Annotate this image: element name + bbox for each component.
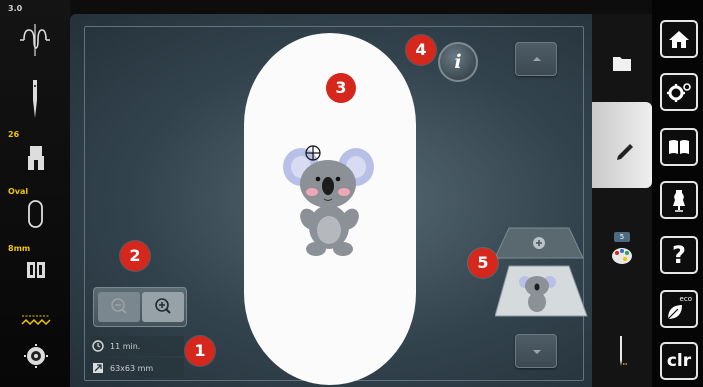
dress-form-icon bbox=[673, 190, 685, 212]
zoom-out-icon bbox=[111, 298, 127, 314]
bobbin-icon bbox=[24, 344, 48, 368]
scroll-down-button[interactable] bbox=[515, 334, 557, 368]
stitch-time-row: 11 min. bbox=[90, 336, 184, 356]
design-info: 11 min. 63x63 mm bbox=[90, 336, 184, 380]
zoom-in-button[interactable] bbox=[142, 292, 184, 322]
tab-color-edit[interactable]: 5 bbox=[592, 228, 652, 274]
zoom-in-icon bbox=[155, 298, 171, 314]
zoom-controls bbox=[93, 287, 187, 327]
callout-1: 1 bbox=[185, 336, 215, 366]
needle-icon bbox=[33, 80, 37, 118]
book-icon bbox=[669, 140, 689, 154]
tab-open-file[interactable] bbox=[592, 44, 652, 84]
callout-5: 5 bbox=[468, 248, 498, 278]
clock-icon bbox=[92, 340, 104, 352]
stitch-time: 11 min. bbox=[110, 341, 141, 351]
crosshair-icon bbox=[305, 145, 321, 161]
eco-label: eco bbox=[679, 295, 692, 303]
design-size-row: 63x63 mm bbox=[90, 358, 184, 378]
info-button[interactable]: i bbox=[438, 42, 478, 82]
hoop-label: Oval bbox=[8, 187, 29, 196]
presser-foot-button[interactable] bbox=[0, 140, 70, 176]
needle-position-icon bbox=[620, 336, 628, 366]
feed-dog-icon bbox=[27, 262, 45, 278]
embroidery-edit-panel: i 11 min. 63x63 mm 1 2 3 4 5 bbox=[70, 14, 592, 387]
tab-edit[interactable] bbox=[592, 102, 652, 188]
tension-value: 3.0 bbox=[8, 4, 23, 13]
needle-size-label: 8mm bbox=[8, 244, 31, 253]
tension-button[interactable] bbox=[0, 18, 70, 64]
clear-label: clr bbox=[666, 351, 692, 371]
feed-dog-button[interactable] bbox=[0, 256, 70, 286]
thread-cut-button[interactable] bbox=[0, 312, 70, 332]
chevron-up-icon bbox=[533, 57, 541, 61]
callout-2: 2 bbox=[120, 241, 150, 271]
clear-button[interactable]: clr bbox=[660, 342, 698, 380]
info-button-label: i bbox=[454, 51, 462, 73]
scroll-up-button[interactable] bbox=[515, 42, 557, 76]
help-button[interactable]: ? bbox=[660, 236, 698, 274]
needle-button[interactable] bbox=[0, 74, 70, 124]
mode-tabs: 5 bbox=[592, 14, 652, 387]
settings-button[interactable] bbox=[660, 73, 698, 111]
help-icon: ? bbox=[672, 241, 686, 269]
thread-cut-icon bbox=[21, 315, 51, 326]
color-count-badge: 5 bbox=[614, 232, 630, 242]
resize-icon bbox=[93, 363, 103, 373]
left-status-bar: 3.0 26 Oval 8mm bbox=[0, 0, 70, 387]
presser-foot-value: 26 bbox=[8, 130, 20, 139]
pencil-icon bbox=[617, 144, 633, 160]
chevron-down-icon bbox=[533, 350, 541, 354]
system-buttons: ? eco clr bbox=[652, 0, 703, 387]
zoom-out-button[interactable] bbox=[98, 292, 140, 322]
eco-button[interactable]: eco bbox=[660, 290, 698, 328]
bobbin-button[interactable] bbox=[0, 342, 70, 372]
presser-foot-icon bbox=[28, 146, 44, 170]
settings-icon bbox=[667, 83, 691, 102]
hoop-icon bbox=[28, 200, 43, 228]
tension-icon bbox=[20, 24, 50, 56]
tab-embroider[interactable] bbox=[592, 328, 652, 374]
hoop-button[interactable] bbox=[0, 198, 70, 232]
home-button[interactable] bbox=[660, 20, 698, 58]
callout-3: 3 bbox=[326, 73, 356, 103]
folder-icon bbox=[613, 57, 631, 71]
layer-preview[interactable] bbox=[494, 220, 590, 320]
design-size: 63x63 mm bbox=[110, 363, 154, 373]
home-icon bbox=[669, 31, 689, 48]
creative-consultant-button[interactable] bbox=[660, 181, 698, 219]
callout-4: 4 bbox=[406, 35, 436, 65]
tutorial-button[interactable] bbox=[660, 128, 698, 166]
